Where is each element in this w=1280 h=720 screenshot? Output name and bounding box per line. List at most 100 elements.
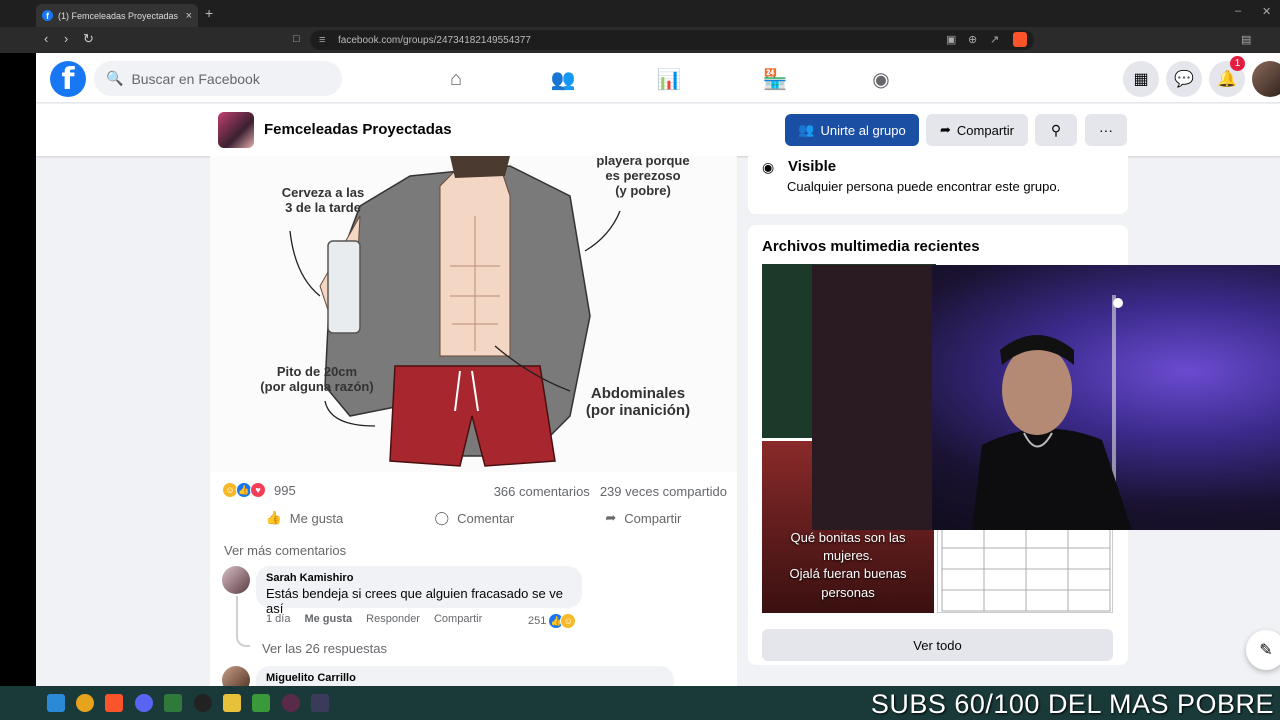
thumbnail-caption: Qué bonitas son las mujeres. Ojalá fuera… (789, 530, 907, 600)
browser-tab-bar: f (1) Femceleadas Proyectadas | Fa × + –… (0, 0, 1280, 27)
comment-like-button[interactable]: Me gusta (304, 613, 352, 625)
comments-count[interactable]: 366 comentarios (494, 484, 590, 499)
reaction-count: 995 (274, 482, 296, 498)
messenger-icon[interactable]: 💬 (1166, 61, 1202, 97)
reaction-summary[interactable]: ☺ 👍 ♥ 995 (222, 482, 296, 498)
file-explorer-icon[interactable] (223, 694, 241, 712)
sidebar-toggle-icon[interactable]: ▤ (1241, 33, 1251, 46)
comment-bubble: Miguelito Carrillo (256, 666, 674, 686)
reload-icon[interactable]: ↻ (83, 31, 94, 47)
friends-icon[interactable]: 👥 (551, 67, 576, 91)
notification-badge: 1 (1230, 56, 1245, 71)
home-icon[interactable]: ⌂ (444, 67, 468, 91)
comment-bubble: Sarah Kamishiro Estás bendeja si crees q… (256, 566, 582, 616)
comment-author[interactable]: Sarah Kamishiro (266, 572, 572, 584)
app-icon[interactable] (311, 694, 329, 712)
facebook-favicon-icon: f (42, 10, 53, 21)
close-window-icon[interactable]: ✕ (1262, 5, 1271, 18)
zoom-icon[interactable]: ⊕ (968, 33, 977, 46)
stream-subs-overlay: SUBS 60/100 DEL MAS POBRE (870, 689, 1274, 719)
game-controller-icon[interactable] (252, 694, 270, 712)
cast-icon[interactable]: ▣ (946, 33, 956, 46)
annotation-size: Pito de 20cm (por alguna razón) (260, 364, 374, 394)
haha-reaction-icon: ☺ (560, 613, 577, 629)
group-name[interactable]: Femceleadas Proyectadas (264, 121, 452, 138)
see-all-button[interactable]: Ver todo (762, 629, 1113, 661)
share-group-button[interactable]: ➦ Compartir (926, 114, 1028, 146)
gaming-icon[interactable]: ◉ (869, 67, 893, 91)
screen: { "browser": { "tab_title": "(1) Femcele… (0, 0, 1280, 720)
post-image[interactable]: playera porque es perezoso (y pobre) Cer… (210, 156, 737, 472)
comment-avatar[interactable] (222, 566, 250, 594)
comment-author[interactable]: Miguelito Carrillo (266, 672, 664, 684)
search-icon: 🔍 (106, 70, 124, 86)
edit-icon: ✎ (1259, 642, 1273, 659)
tab-title: (1) Femceleadas Proyectadas | Fa (58, 10, 181, 21)
share-page-icon[interactable]: ↗ (990, 33, 999, 46)
app-icon[interactable] (76, 694, 94, 712)
comment-button[interactable]: ◯ Comentar (415, 504, 535, 532)
comment-label: Comentar (457, 510, 515, 526)
search-placeholder: Buscar en Facebook (131, 70, 260, 87)
facebook-logo[interactable]: f (50, 61, 86, 97)
comment-reply-button[interactable]: Responder (366, 613, 420, 625)
facebook-header: f 🔍 Buscar en Facebook ⌂ 👥 📊 🏪 ◉ ▦ 💬 🔔 1 (36, 53, 1280, 103)
discord-icon[interactable] (135, 694, 153, 712)
shares-count[interactable]: 239 veces compartido (600, 484, 727, 499)
search-icon: ⚲ (1050, 121, 1062, 138)
brave-browser-icon[interactable] (105, 694, 123, 712)
comment-time[interactable]: 1 día (266, 613, 290, 625)
join-group-button[interactable]: 👥 Unirte al grupo (785, 114, 919, 146)
love-reaction-icon: ♥ (250, 482, 266, 498)
share-button[interactable]: ➦ Compartir (585, 504, 701, 532)
thumbs-up-icon: 👍 (265, 510, 282, 525)
obs-icon[interactable] (194, 694, 212, 712)
reply-thread-line (236, 596, 250, 647)
back-icon[interactable]: ‹ (44, 31, 48, 46)
group-header: Femceleadas Proyectadas 👥 Unirte al grup… (36, 104, 1280, 156)
like-label: Me gusta (289, 510, 344, 526)
bookmark-icon[interactable]: □ (293, 33, 300, 45)
address-bar[interactable]: ≡ facebook.com/groups/247341821495543​77 (310, 30, 1034, 50)
tab-close-icon[interactable]: × (186, 10, 192, 22)
more-dots-icon: ··· (1099, 122, 1113, 138)
search-input[interactable]: 🔍 Buscar en Facebook (94, 61, 342, 96)
view-more-comments[interactable]: Ver más comentarios (224, 543, 346, 558)
like-button[interactable]: 👍 Me gusta (246, 504, 364, 532)
group-thumbnail[interactable] (218, 112, 254, 148)
view-replies[interactable]: Ver las 26 respuestas (262, 641, 387, 656)
annotation-abs: Abdominales (por inanición) (585, 385, 691, 420)
minimize-icon[interactable]: – (1235, 5, 1241, 17)
recent-media-title[interactable]: Archivos multimedia recientes (762, 238, 980, 255)
post-counts: 366 comentarios 239 veces compartido (494, 484, 727, 499)
group-search-button[interactable]: ⚲ (1035, 114, 1077, 146)
eye-icon: ◉ (762, 159, 775, 175)
comment-text: Estás bendeja si crees que alguien fraca… (266, 586, 564, 616)
comment-avatar[interactable] (222, 666, 250, 686)
new-message-button[interactable]: ✎ (1246, 630, 1280, 670)
marketplace-icon[interactable]: 🏪 (763, 67, 788, 91)
menu-grid-icon[interactable]: ▦ (1123, 61, 1159, 97)
streamer-webcam-image (812, 265, 1132, 530)
comment-reaction-count: 251 (528, 615, 547, 627)
visibility-description: Cualquier persona puede encontrar este g… (787, 179, 1061, 194)
store-icon[interactable] (164, 694, 182, 712)
share-arrow-icon: ➦ (605, 510, 617, 525)
browser-tab[interactable]: f (1) Femceleadas Proyectadas | Fa × (36, 4, 198, 27)
profile-avatar[interactable] (1252, 61, 1280, 97)
share-label: Compartir (624, 510, 682, 526)
group-post: playera porque es perezoso (y pobre) Cer… (210, 156, 737, 686)
post-actions: 👍 Me gusta ◯ Comentar ➦ Compartir (220, 501, 727, 535)
comment-meta: 1 día Me gusta Responder Compartir (266, 613, 482, 625)
start-menu-icon[interactable] (47, 694, 65, 712)
app-icon[interactable] (282, 694, 300, 712)
brave-shield-icon[interactable] (1013, 32, 1027, 47)
join-group-label: Unirte al grupo (820, 122, 906, 138)
more-options-button[interactable]: ··· (1085, 114, 1127, 146)
comment-reactions[interactable]: 251 👍 ☺ (528, 613, 577, 629)
forward-icon[interactable]: › (64, 31, 68, 46)
site-info-icon[interactable]: ≡ (319, 34, 325, 46)
comment-share-button[interactable]: Compartir (434, 613, 482, 625)
dashboard-icon[interactable]: 📊 (657, 67, 682, 91)
new-tab-icon[interactable]: + (205, 5, 213, 21)
